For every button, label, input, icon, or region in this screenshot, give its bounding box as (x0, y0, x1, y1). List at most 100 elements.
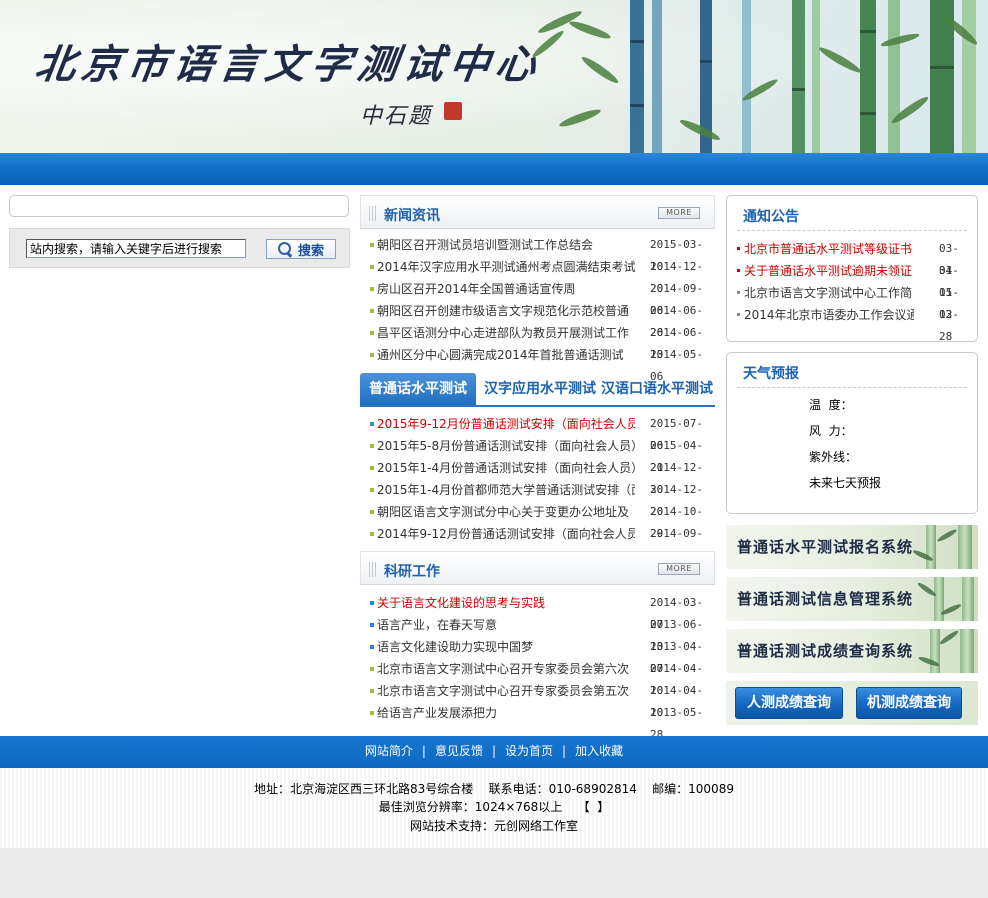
bullet-icon (370, 353, 374, 357)
tab-content-list: 2015年9-12月份普通话测试安排（面向社会人员 2015-07-06 2015… (370, 413, 710, 562)
divider (737, 230, 967, 231)
bullet-icon (370, 422, 374, 426)
notice-item[interactable]: 北京市普通话水平测试等级证书 03-31 (737, 238, 969, 277)
news-item-title[interactable]: 2014年汉字应用水平测试通州考点圆满结束考试 (377, 256, 635, 278)
list-item[interactable]: 2015年9-12月份普通话测试安排（面向社会人员 2015-07-06 (370, 413, 710, 452)
test-type-tabs: 普通话水平测试 汉字应用水平测试 汉语口语水平测试 (360, 373, 715, 407)
list-item-title[interactable]: 关于语言文化建设的思考与实践 (377, 592, 635, 614)
news-item[interactable]: 朝阳区召开测试员培训暨测试工作总结会 2015-03-10 (370, 234, 710, 273)
list-item-title[interactable]: 北京市语言文字测试中心召开专家委员会第六次 (377, 658, 635, 680)
footer-postcode: 邮编：100089 (652, 782, 734, 796)
footer-nav: 网站简介 | 意见反馈 | 设为首页 | 加入收藏 (0, 736, 988, 768)
left-empty-box (9, 195, 349, 217)
bullet-icon (370, 265, 374, 269)
footer-link-about[interactable]: 网站简介 (365, 744, 413, 758)
notice-item[interactable]: 北京市语言文字测试中心工作简 01-13 (737, 282, 969, 321)
search-icon (277, 242, 292, 256)
search-input[interactable] (26, 239, 246, 258)
registration-system-link[interactable]: 普通话水平测试报名系统 (726, 525, 978, 569)
list-item-title[interactable]: 朝阳区语言文字测试分中心关于变更办公地址及 (377, 501, 635, 523)
bullet-icon (737, 313, 740, 316)
list-item[interactable]: 2015年5-8月份普通话测试安排（面向社会人员） 2015-04-21 (370, 435, 710, 474)
list-item-title[interactable]: 给语言产业发展添把力 (377, 702, 635, 724)
notice-panel-title: 通知公告 (743, 209, 799, 225)
news-panel-header: 新闻资讯 MORE (360, 195, 715, 229)
search-button-label: 搜索 (297, 243, 324, 259)
list-item-title[interactable]: 2015年5-8月份普通话测试安排（面向社会人员） (377, 435, 635, 457)
leaf-decoration (936, 527, 958, 544)
weather-panel-title: 天气预报 (743, 366, 799, 382)
bamboo-decoration (930, 629, 940, 673)
tab-hanzi[interactable]: 汉字应用水平测试 (484, 373, 596, 405)
list-item-title[interactable]: 语言产业，在春天写意 (377, 614, 635, 636)
footer-resolution-row: 最佳浏览分辨率：1024×768以上 【 】 (0, 798, 988, 816)
bullet-icon (737, 291, 740, 294)
machine-score-query-button[interactable]: 机测成绩查询 (856, 687, 962, 719)
footer-bottom-band (0, 848, 988, 898)
tab-putonghua[interactable]: 普通话水平测试 (360, 373, 476, 405)
news-item-title[interactable]: 昌平区语测分中心走进部队为教员开展测试工作 (377, 322, 635, 344)
footer-link-set-homepage[interactable]: 设为首页 (505, 744, 553, 758)
list-item[interactable]: 语言产业，在春天写意 2013-06-13 (370, 614, 710, 653)
research-panel-header: 科研工作 MORE (360, 551, 715, 585)
footer-link-feedback[interactable]: 意见反馈 (435, 744, 483, 758)
list-item-title[interactable]: 2015年9-12月份普通话测试安排（面向社会人员 (377, 413, 635, 435)
notice-item-title[interactable]: 北京市语言文字测试中心工作简 (744, 282, 914, 304)
footer-address: 地址：北京海淀区西三环北路83号综合楼 (254, 782, 474, 796)
tab-hanyu-kouyu[interactable]: 汉语口语水平测试 (601, 373, 713, 405)
manual-score-query-button[interactable]: 人测成绩查询 (735, 687, 843, 719)
notice-item[interactable]: 2014年北京市语委办工作会议通 02-28 (737, 304, 969, 343)
notice-item-title[interactable]: 关于普通话水平测试逾期未领证 (744, 260, 914, 282)
news-item-title[interactable]: 通州区分中心圆满完成2014年首批普通话测试 (377, 344, 635, 366)
info-management-system-link[interactable]: 普通话测试信息管理系统 (726, 577, 978, 621)
list-item-title[interactable]: 语言文化建设助力实现中国梦 (377, 636, 635, 658)
score-query-system-link[interactable]: 普通话测试成绩查询系统 (726, 629, 978, 673)
weather-panel: 天气预报 温 度： 风 力： 紫外线： 未来七天预报 (726, 352, 978, 514)
search-button[interactable]: 搜索 (266, 239, 336, 259)
news-item[interactable]: 房山区召开2014年全国普通话宣传周 2014-09-06 (370, 278, 710, 317)
news-item[interactable]: 通州区分中心圆满完成2014年首批普通话测试 2014-05-06 (370, 344, 710, 383)
research-list: 关于语言文化建设的思考与实践 2014-03-07 语言产业，在春天写意 2013-… (370, 592, 710, 741)
system-label: 普通话测试成绩查询系统 (737, 642, 914, 660)
bullet-icon (370, 532, 374, 536)
list-item[interactable]: 北京市语言文字测试中心召开专家委员会第五次 2014-04-10 (370, 680, 710, 719)
list-item[interactable]: 朝阳区语言文字测试分中心关于变更办公地址及 2014-10-29 (370, 501, 710, 540)
research-more-button[interactable]: MORE (658, 563, 700, 575)
list-item[interactable]: 给语言产业发展添把力 2013-05-28 (370, 702, 710, 741)
footer-link-bookmark[interactable]: 加入收藏 (575, 744, 623, 758)
list-item[interactable]: 2014年9-12月份普通话测试安排（面向社会人员2014-09-19 (370, 523, 710, 562)
news-item[interactable]: 2014年汉字应用水平测试通州考点圆满结束考试 2014-12-20 (370, 256, 710, 295)
notice-item[interactable]: 关于普通话水平测试逾期未领证 04-15 (737, 260, 969, 299)
footer-support: 网站技术支持：元创网络工作室 (409, 819, 578, 833)
bullet-icon (737, 269, 740, 272)
news-item-title[interactable]: 朝阳区召开测试员培训暨测试工作总结会 (377, 234, 635, 256)
news-item-title[interactable]: 朝阳区召开创建市级语言文字规范化示范校普通 (377, 300, 635, 322)
system-label: 普通话水平测试报名系统 (737, 538, 914, 556)
red-seal-icon (444, 102, 462, 120)
footer-phone: 联系电话：010-68902814 (488, 782, 637, 796)
site-title: 北京市语言文字测试中心 (32, 41, 545, 88)
footer-info: 地址：北京海淀区西三环北路83号综合楼 联系电话：010-68902814 邮编… (0, 768, 988, 848)
list-item-title[interactable]: 2015年1-4月份普通话测试安排（面向社会人员） (377, 457, 635, 479)
weather-forecast-link[interactable]: 未来七天预报 (809, 474, 881, 492)
list-item-title[interactable]: 2014年9-12月份普通话测试安排（面向社会人员 (377, 523, 635, 545)
notice-item-title[interactable]: 北京市普通话水平测试等级证书 (744, 238, 914, 260)
list-item-title[interactable]: 2015年1-4月份首都师范大学普通话测试安排（面 (377, 479, 635, 501)
list-item[interactable]: 语言文化建设助力实现中国梦 2013-04-07 (370, 636, 710, 675)
notice-item-date: 02-28 (939, 308, 959, 343)
top-nav-bar (0, 153, 988, 185)
news-more-button[interactable]: MORE (658, 207, 700, 219)
list-item[interactable]: 2015年1-4月份首都师范大学普通话测试安排（面 2014-12-20 (370, 479, 710, 518)
list-item[interactable]: 2015年1-4月份普通话测试安排（面向社会人员） 2014-12-30 (370, 457, 710, 496)
list-item[interactable]: 关于语言文化建设的思考与实践 2014-03-07 (370, 592, 710, 631)
news-item[interactable]: 朝阳区召开创建市级语言文字规范化示范校普通 2014-06-26 (370, 300, 710, 339)
news-item[interactable]: 昌平区语测分中心走进部队为教员开展测试工作 2014-06-13 (370, 322, 710, 361)
list-item[interactable]: 北京市语言文字测试中心召开专家委员会第六次 2014-04-10 (370, 658, 710, 697)
weather-wind: 风 力： (809, 424, 853, 438)
footer-separator: | (562, 744, 567, 758)
notice-item-title[interactable]: 2014年北京市语委办工作会议通 (744, 304, 914, 326)
research-panel-title: 科研工作 (384, 564, 440, 580)
system-label: 普通话测试信息管理系统 (737, 590, 914, 608)
news-item-title[interactable]: 房山区召开2014年全国普通话宣传周 (377, 278, 635, 300)
list-item-title[interactable]: 北京市语言文字测试中心召开专家委员会第五次 (377, 680, 635, 702)
